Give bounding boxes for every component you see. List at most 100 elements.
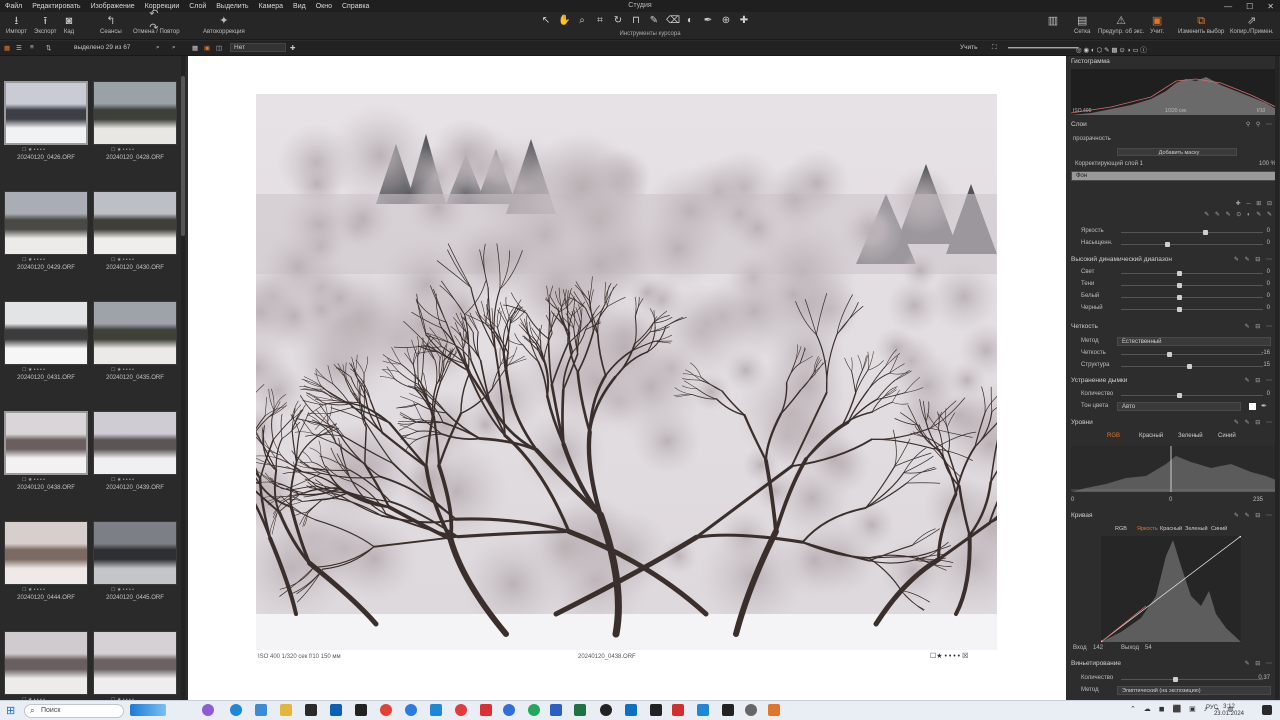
add-icon[interactable]: ✚	[290, 44, 295, 52]
dehaze-icons[interactable]: ✎ ⊟ ⋯	[1245, 377, 1274, 384]
layers-icons[interactable]: ⚲ ⚲ ⋯	[1246, 121, 1274, 128]
taskbar-app-icon[interactable]	[722, 704, 734, 716]
curves-tab-red[interactable]: Красный	[1160, 526, 1182, 532]
filter-icon[interactable]: ⌕	[172, 44, 176, 52]
zoom-icon[interactable]: ⌕	[576, 15, 588, 26]
thumbnail-rating[interactable]: ☐ ★ • • • •	[111, 257, 134, 263]
zoom-slider[interactable]: ━━━━━━━━━━━━━━━━━━	[1008, 44, 1078, 52]
folder-icon[interactable]	[280, 704, 292, 716]
menu-help[interactable]: Справка	[337, 3, 374, 10]
change-selection-button[interactable]: ⧉ Изменить выбор	[1178, 14, 1224, 35]
autocorrect-button[interactable]: ✦ Автокоррекция	[203, 14, 245, 35]
taskbar-app-icon[interactable]	[625, 704, 637, 716]
sessions-button[interactable]: ↰ Сеансы	[100, 14, 122, 35]
thumbnail[interactable]	[4, 81, 88, 145]
brightness-slider[interactable]	[1121, 230, 1263, 235]
taskbar-app-icon[interactable]	[503, 704, 515, 716]
viewer-grid-icon[interactable]: ▦	[192, 44, 198, 52]
capture-one-icon[interactable]	[768, 704, 780, 716]
taskbar-app-icon[interactable]	[480, 704, 492, 716]
grid-view-icon[interactable]: ▦	[4, 44, 10, 52]
thumbnail[interactable]	[4, 521, 88, 585]
eraser-icon[interactable]: ⌫	[666, 15, 680, 26]
heal-icon[interactable]: ✚	[738, 15, 750, 26]
thumbnail[interactable]	[93, 521, 177, 585]
pointer-icon[interactable]: ↖	[540, 15, 552, 26]
dehaze-tone-select[interactable]: Авто	[1117, 402, 1241, 411]
menu-camera[interactable]: Камера	[254, 3, 288, 10]
windows-start-icon[interactable]: ⊞	[6, 704, 15, 717]
vignette-method-select[interactable]: Элиптический (на экспозицию)	[1117, 686, 1271, 695]
menu-edit[interactable]: Редактировать	[27, 3, 85, 10]
chrome-icon[interactable]	[380, 704, 392, 716]
thumbnail-rating[interactable]: ☐ ★ • • • •	[22, 147, 45, 153]
thumbnail-rating[interactable]: ☐ ★ • • • •	[111, 477, 134, 483]
menu-view[interactable]: Вид	[288, 3, 311, 10]
taskbar-app-icon[interactable]	[405, 704, 417, 716]
layer-background[interactable]: Фон	[1071, 171, 1276, 181]
clarity-title[interactable]: Четкость	[1071, 323, 1098, 332]
minimize-icon[interactable]: —	[1224, 2, 1232, 11]
thumbnail-rating[interactable]: ☐ ★ • • • •	[111, 367, 134, 373]
browser-scrollbar[interactable]	[181, 56, 185, 700]
copy-apply-button[interactable]: ⇗ Копир./Примен.	[1230, 14, 1274, 35]
curves-tab-luma[interactable]: Яркость	[1137, 526, 1158, 532]
curves-graph[interactable]	[1101, 536, 1241, 642]
viewer-rating[interactable]: ☐★ • • • • ☒	[930, 652, 968, 660]
layout-button[interactable]: ▥	[1046, 14, 1060, 28]
layer-tool-icons[interactable]: ✚ ─ ⊞ ⊟	[1236, 200, 1274, 207]
taskbar-app-icon[interactable]	[455, 704, 467, 716]
layer-adjustment-1[interactable]: Корректирующий слой 1	[1075, 161, 1143, 167]
hand-icon[interactable]: ✋	[558, 15, 570, 26]
add-mask-button[interactable]: Добавить маску	[1117, 148, 1237, 156]
layers-title[interactable]: Слои	[1071, 121, 1087, 130]
thumbnail-rating[interactable]: ☐ ★ • • • •	[111, 147, 134, 153]
settings-icon[interactable]	[745, 704, 757, 716]
picker-icon[interactable]: ✒	[702, 15, 714, 26]
sort-icon[interactable]: ⇅	[46, 44, 51, 52]
thumbnail[interactable]	[93, 631, 177, 695]
clock[interactable]: 3:12 23.01.2024	[1214, 704, 1244, 718]
vignette-icons[interactable]: ✎ ⊟ ⋯	[1245, 660, 1274, 667]
hdr-black-slider[interactable]	[1121, 307, 1263, 312]
deselect-label[interactable]: Учить	[960, 44, 978, 51]
layer-brush-icons[interactable]: ✎ ✎ ✎ ⊙ ◐ ✎ ✎	[1204, 211, 1274, 218]
maximize-icon[interactable]: ☐	[1246, 2, 1253, 11]
tools-scrollbar[interactable]	[1275, 56, 1279, 700]
menu-window[interactable]: Окно	[311, 3, 337, 10]
dehaze-amount-slider[interactable]	[1121, 393, 1263, 398]
kad-button[interactable]: ◙ Кад	[62, 14, 76, 35]
thumbnail-rating[interactable]: ☐ ★ • • • •	[22, 367, 45, 373]
taskbar-app-icon[interactable]	[600, 704, 612, 716]
keystone-icon[interactable]: ⊓	[630, 15, 642, 26]
taskbar-app-icon[interactable]	[202, 704, 214, 716]
pdf-icon[interactable]	[672, 704, 684, 716]
dehaze-title[interactable]: Устранение дымки	[1071, 377, 1127, 386]
levels-tab-blue[interactable]: Синий	[1218, 433, 1236, 439]
curves-tab-rgb[interactable]: RGB	[1115, 526, 1127, 532]
thumbnail[interactable]	[93, 301, 177, 365]
learn-button[interactable]: ▣ Учит.	[1150, 14, 1164, 35]
thumbnail[interactable]	[93, 191, 177, 255]
hdr-highlights-slider[interactable]	[1121, 271, 1263, 276]
menu-image[interactable]: Изображение	[86, 3, 140, 10]
rotate-icon[interactable]: ↻	[612, 15, 624, 26]
menu-layer[interactable]: Слой	[184, 3, 211, 10]
taskbar-app-icon[interactable]	[430, 704, 442, 716]
curves-title[interactable]: Кривая	[1071, 512, 1093, 521]
hdr-icons[interactable]: ✎ ✎ ⊟ ⋯	[1234, 256, 1274, 263]
thumbnail-rating[interactable]: ☐ ★ • • • •	[22, 257, 45, 263]
excel-icon[interactable]	[574, 704, 586, 716]
word-icon[interactable]	[550, 704, 562, 716]
compare-icon[interactable]: ◫	[216, 44, 222, 52]
crop-icon[interactable]: ⌗	[594, 15, 606, 26]
taskbar-search[interactable]: ⌕ Поиск	[24, 704, 124, 718]
exposure-warning-button[interactable]: ⚠ Предупр. об экс.	[1098, 14, 1144, 35]
levels-icons[interactable]: ✎ ✎ ⊟ ⋯	[1234, 419, 1274, 426]
import-button[interactable]: ⭳ Импорт	[6, 14, 27, 35]
taskbar-app-icon[interactable]	[305, 704, 317, 716]
menu-file[interactable]: Файл	[0, 3, 27, 10]
hdr-title[interactable]: Высокий динамический диапазон	[1071, 256, 1172, 265]
thumbnail[interactable]	[4, 411, 88, 475]
close-icon[interactable]: ✕	[1267, 2, 1274, 11]
